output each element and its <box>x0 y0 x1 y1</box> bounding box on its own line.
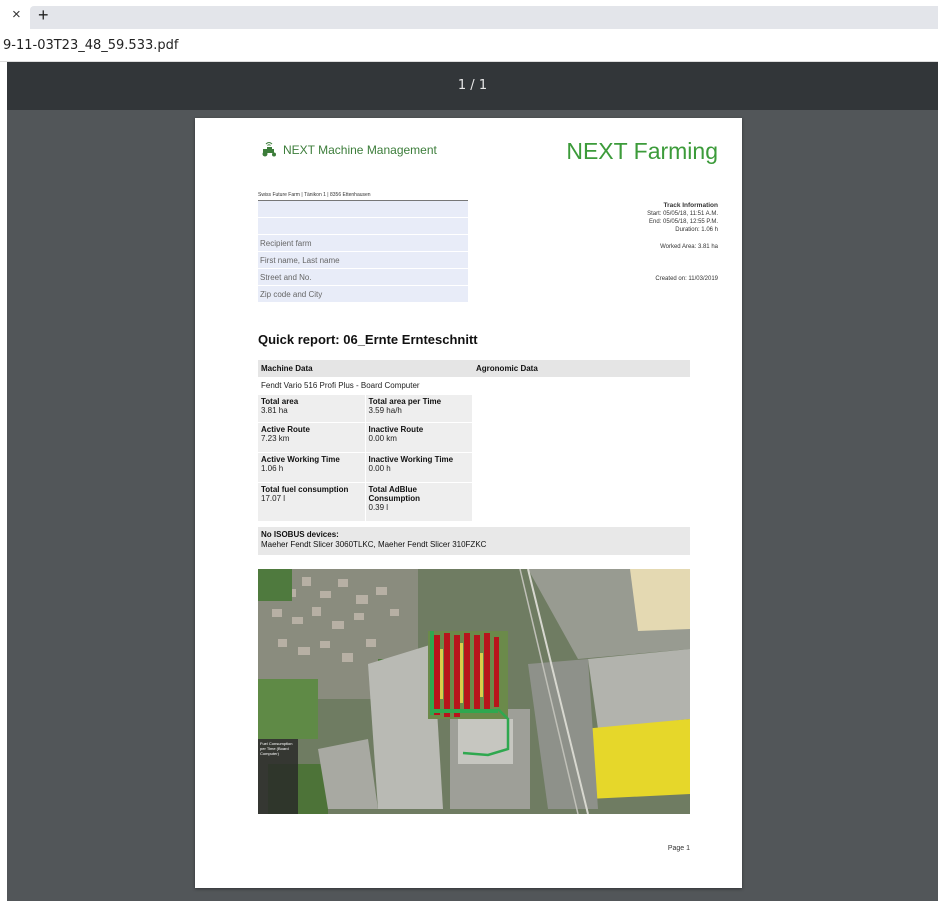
track-information: Track Information Start: 05/05/18, 11:51… <box>647 202 718 234</box>
agronomic-data-header: Agronomic Data <box>473 360 690 377</box>
recipient-address-block: Recipient farm First name, Last name Str… <box>258 201 468 303</box>
machine-name: Fendt Vario 516 Profi Plus - Board Compu… <box>258 377 473 394</box>
active-route-cell: Active Route 7.23 km <box>258 423 365 452</box>
total-adblue-cell: Total AdBlue Consumption 0.39 l <box>365 483 472 521</box>
pdf-viewer-toolbar: 1 / 1 <box>7 62 938 110</box>
inactive-route-cell: Inactive Route 0.00 km <box>365 423 472 452</box>
address-row <box>258 218 468 235</box>
track-duration: Duration: 1.06 h <box>675 227 718 233</box>
total-fuel-cell: Total fuel consumption 17.07 l <box>258 483 365 521</box>
close-tab-icon[interactable]: × <box>12 6 21 23</box>
created-date: Created on: 11/03/2019 <box>655 276 718 282</box>
isobus-device-list: Maeher Fendt Slicer 3060TLKC, Maeher Fen… <box>261 540 487 549</box>
map-legend: Fuel Consumption per Time (Board Compute… <box>258 739 298 814</box>
worked-area: Worked Area: 3.81 ha <box>660 244 718 250</box>
report-title: Quick report: 06_Ernte Ernteschnitt <box>258 332 478 347</box>
machine-data-table: Machine Data Agronomic Data Fendt Vario … <box>258 360 690 521</box>
page-indicator: 1 / 1 <box>457 78 488 93</box>
tractor-icon <box>262 142 276 157</box>
track-info-title: Track Information <box>663 202 718 209</box>
track-start: Start: 05/05/18, 11:51 A.M. <box>647 211 718 217</box>
data-row: Total area 3.81 ha Total area per Time 3.5… <box>258 394 473 422</box>
inactive-working-time-cell: Inactive Working Time 0.00 h <box>365 453 472 482</box>
total-area-per-time-cell: Total area per Time 3.59 ha/h <box>365 395 472 422</box>
active-working-time-cell: Active Working Time 1.06 h <box>258 453 365 482</box>
data-row: Total fuel consumption 17.07 l Total AdBl… <box>258 482 473 521</box>
next-farming-logo: NEXT Farming <box>566 138 718 164</box>
isobus-title: No ISOBUS devices: <box>261 530 339 539</box>
data-row: Active Working Time 1.06 h Inactive Worki… <box>258 452 473 482</box>
isobus-devices: No ISOBUS devices: Maeher Fendt Slicer 3… <box>258 527 690 555</box>
track-map: Fuel Consumption per Time (Board Compute… <box>258 569 690 814</box>
pdf-page: NEXT Machine Management NEXT Farming Swi… <box>195 118 742 888</box>
logo-left-text: NEXT Machine Management <box>283 143 437 157</box>
sender-address: Swiss Future Farm | Tänikon 1 | 8356 Ett… <box>258 192 468 201</box>
page-footer: Page 1 <box>667 845 690 852</box>
track-end: End: 05/05/18, 12:55 P.M. <box>649 219 718 225</box>
address-row: Street and No. <box>258 269 468 286</box>
address-bar[interactable]: 9-11-03T23_48_59.533.pdf <box>0 30 938 62</box>
tab-bar: + <box>30 5 938 29</box>
address-row: First name, Last name <box>258 252 468 269</box>
next-machine-management-logo: NEXT Machine Management <box>258 141 437 157</box>
machine-data-header: Machine Data <box>258 360 473 377</box>
data-row: Active Route 7.23 km Inactive Route 0.00 k… <box>258 422 473 452</box>
address-row: Recipient farm <box>258 235 468 252</box>
satellite-map-image <box>258 569 690 814</box>
address-row: Zip code and City <box>258 286 468 303</box>
browser-tab-strip: × + <box>0 0 938 30</box>
total-area-cell: Total area 3.81 ha <box>258 395 365 422</box>
address-row <box>258 201 468 218</box>
pdf-filename: 9-11-03T23_48_59.533.pdf <box>3 38 179 53</box>
new-tab-icon[interactable]: + <box>38 5 49 26</box>
